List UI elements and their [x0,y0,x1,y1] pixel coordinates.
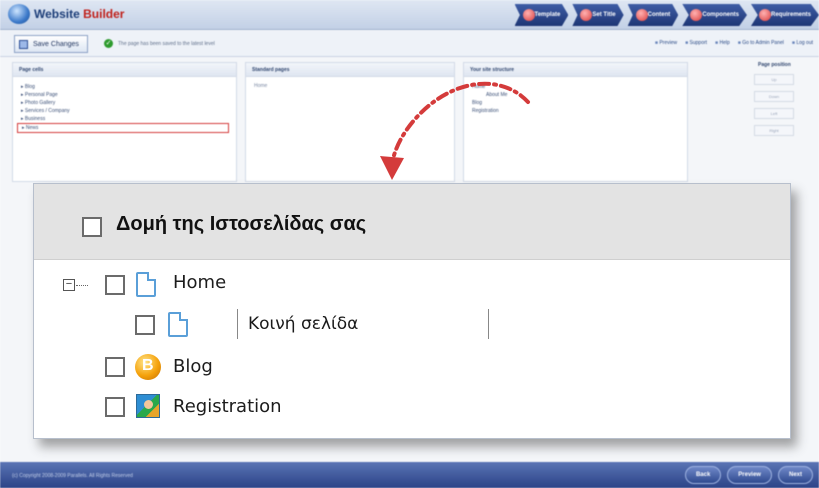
move-right-button[interactable]: Right [754,125,794,136]
preview-link[interactable]: Preview [655,40,677,46]
support-link[interactable]: Support [685,40,708,46]
list-item[interactable]: Blog [21,83,228,91]
step-components[interactable]: Components [682,4,747,26]
page-name-input[interactable]: Κοινή σελίδα [237,309,489,339]
select-all-checkbox[interactable] [82,217,102,237]
list-item[interactable]: Photo Gallery [21,99,228,107]
site-structure-tree: Home About Me Blog Registration [464,77,687,121]
app-logo: Website Builder [8,4,124,24]
toolbar-links: Preview Support Help Go to Admin Panel L… [655,40,813,46]
page-icon [168,312,188,337]
back-button[interactable]: Back [684,466,722,484]
blog-node-label[interactable]: Blog [173,356,213,377]
site-structure-panel: Your site structure Home About Me Blog R… [463,62,688,182]
save-changes-button[interactable]: Save Changes [14,35,88,53]
standard-pages-title: Standard pages [246,63,454,77]
log-out-link[interactable]: Log out [792,40,813,46]
child-page-checkbox[interactable] [135,315,155,335]
wizard-steps: Template Set Title Content Components Re… [514,4,819,26]
footer-nav: Back Preview Next [684,466,813,484]
blog-checkbox[interactable] [105,357,125,377]
registration-checkbox[interactable] [105,397,125,417]
page-name-value: Κοινή σελίδα [248,314,359,334]
standard-page-item[interactable]: Home [246,77,454,95]
list-item-selected[interactable]: News [17,123,229,133]
registration-node-label[interactable]: Registration [173,396,282,417]
step-set-title[interactable]: Set Title [572,4,624,26]
page-cells-panel: Page cells Blog Personal Page Photo Gall… [12,62,237,182]
tree-item[interactable]: Blog [472,99,679,107]
footer-bar: (c) Copyright 2008-2009 Parallels. All R… [0,462,819,488]
move-left-button[interactable]: Left [754,108,794,119]
site-structure-title: Your site structure [464,63,687,77]
checkmark-icon: ✓ [104,39,113,48]
globe-icon [8,4,30,24]
next-button[interactable]: Next [777,466,813,484]
step-content[interactable]: Content [627,4,679,26]
page-position-title: Page position [758,62,791,68]
home-node-label[interactable]: Home [173,272,226,293]
page-cells-list: Blog Personal Page Photo Gallery Service… [13,77,236,139]
blog-icon [135,354,161,380]
tree-item[interactable]: About Me [472,91,679,99]
collapse-icon[interactable]: − [63,279,75,291]
page-icon [136,272,156,297]
tree-connector [76,285,88,286]
toolbar: Save Changes ✓ The page has been saved t… [0,31,819,57]
list-item[interactable]: Services / Company [21,107,228,115]
registration-icon [136,394,160,418]
top-bar: Website Builder Template Set Title Conte… [0,0,819,30]
save-icon [19,40,28,49]
step-template[interactable]: Template [514,4,569,26]
standard-pages-panel: Standard pages Home [245,62,455,182]
page-position-panel: Page position Up Down Left Right [696,62,806,182]
tree-item[interactable]: Home [472,83,679,91]
structure-header: Δομή της Ιστοσελίδας σας [34,184,790,260]
page-cells-title: Page cells [13,63,236,77]
move-down-button[interactable]: Down [754,91,794,102]
save-status: ✓ The page has been saved to the latest … [104,39,215,48]
logo-text: Website Builder [34,7,125,21]
list-item[interactable]: Personal Page [21,91,228,99]
save-label: Save Changes [33,40,79,48]
home-checkbox[interactable] [105,275,125,295]
status-text: The page has been saved to the latest le… [118,40,215,47]
admin-panel-link[interactable]: Go to Admin Panel [738,40,784,46]
structure-title: Δομή της Ιστοσελίδας σας [116,213,367,235]
builder-panels: Page cells Blog Personal Page Photo Gall… [12,62,812,182]
copyright-text: (c) Copyright 2008-2009 Parallels. All R… [12,473,133,479]
tree-item[interactable]: Registration [472,107,679,115]
help-link[interactable]: Help [715,40,729,46]
move-up-button[interactable]: Up [754,74,794,85]
preview-button[interactable]: Preview [727,466,772,484]
zoomed-structure-callout: Δομή της Ιστοσελίδας σας − Home Κοινή σε… [33,183,791,439]
step-requirements[interactable]: Requirements [750,4,819,26]
list-item[interactable]: Business [21,115,228,123]
